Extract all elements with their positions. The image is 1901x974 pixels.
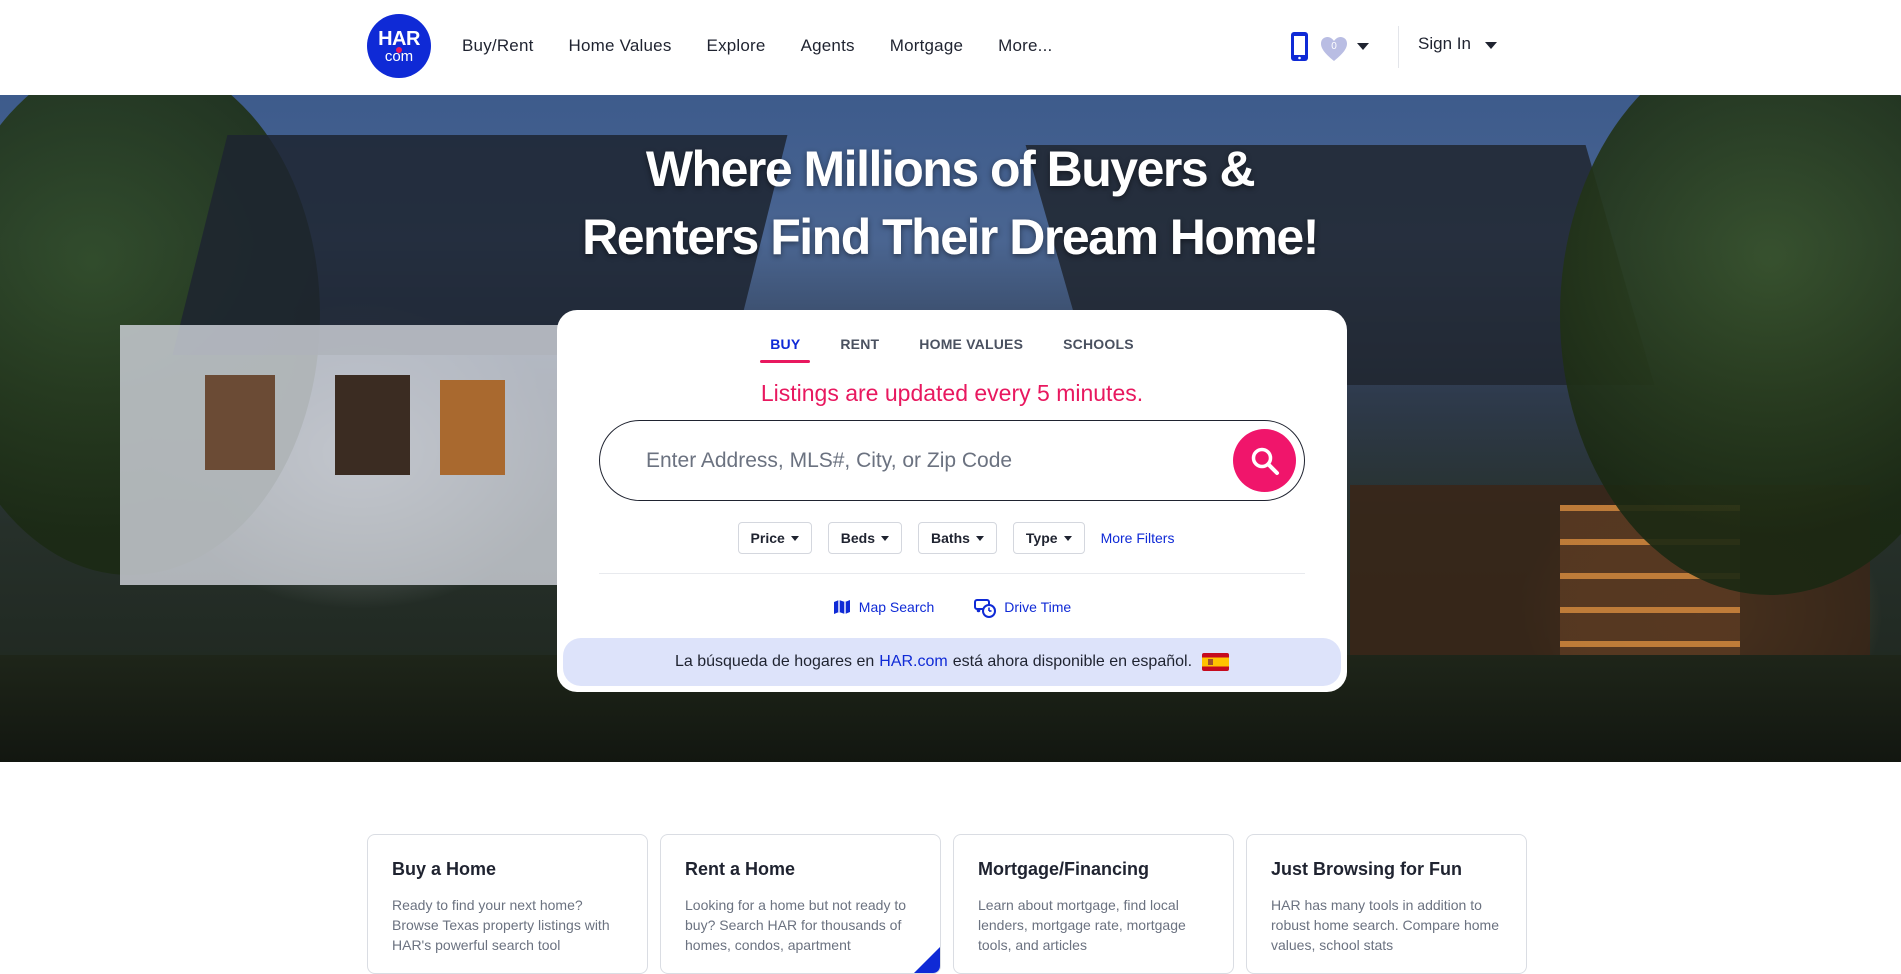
nav-mortgage[interactable]: Mortgage xyxy=(890,36,963,56)
har-com-link[interactable]: HAR.com xyxy=(879,653,947,671)
feature-card-mortgage[interactable]: Mortgage/Financing Learn about mortgage,… xyxy=(953,834,1234,974)
hero-photo-window xyxy=(335,375,410,475)
car-clock-icon xyxy=(974,599,997,618)
beds-filter-button[interactable]: Beds xyxy=(827,522,903,554)
nav-more[interactable]: More... xyxy=(998,36,1052,56)
spain-flag-icon[interactable] xyxy=(1202,653,1230,671)
feature-card-title: Mortgage/Financing xyxy=(978,859,1149,879)
listings-update-notice: Listings are updated every 5 minutes. xyxy=(760,380,1144,406)
map-search-link[interactable]: Map Search xyxy=(833,596,934,618)
nav-buy-rent[interactable]: Buy/Rent xyxy=(462,36,534,56)
hero-photo-window xyxy=(440,380,505,475)
type-filter-label: Type xyxy=(1025,530,1058,546)
chevron-down-icon xyxy=(881,535,890,541)
card-divider xyxy=(599,573,1305,574)
hero-title: Where Millions of Buyers & Renters Find … xyxy=(450,135,1450,271)
nav-home-values[interactable]: Home Values xyxy=(569,36,672,56)
header-divider xyxy=(1398,26,1399,68)
logo-dot xyxy=(396,47,402,53)
nav-agents[interactable]: Agents xyxy=(801,36,855,56)
feature-card-text: HAR has many tools in addition to robust… xyxy=(1271,897,1499,953)
hero-title-line1: Where Millions of Buyers & xyxy=(645,141,1256,197)
spanish-banner: La búsqueda de hogares en HAR.com está a… xyxy=(563,638,1341,686)
search-tabs: BUY RENT HOME VALUES SCHOOLS xyxy=(557,336,1347,364)
drive-time-label: Drive Time xyxy=(1004,599,1072,615)
tab-buy[interactable]: BUY xyxy=(750,336,820,364)
map-search-label: Map Search xyxy=(858,599,935,615)
nav-explore[interactable]: Explore xyxy=(707,36,766,56)
tab-rent[interactable]: RENT xyxy=(820,336,899,364)
spanish-banner-text-after: está ahora disponible en español. xyxy=(952,653,1193,670)
favorites-chevron-down-icon[interactable] xyxy=(1357,43,1369,50)
price-filter-label: Price xyxy=(750,530,785,546)
search-card: BUY RENT HOME VALUES SCHOOLS Listings ar… xyxy=(557,310,1347,692)
price-filter-button[interactable]: Price xyxy=(737,522,812,554)
tab-schools[interactable]: SCHOOLS xyxy=(1043,336,1154,364)
search-input[interactable] xyxy=(646,441,1206,481)
sign-in-button[interactable]: Sign In xyxy=(1418,34,1471,54)
corner-accent xyxy=(914,947,940,973)
type-filter-button[interactable]: Type xyxy=(1012,522,1085,554)
sign-in-chevron-down-icon[interactable] xyxy=(1485,42,1497,49)
chevron-down-icon xyxy=(975,535,984,541)
search-mode-links: Map Search Drive Time xyxy=(557,596,1347,618)
hero-photo-window xyxy=(205,375,275,470)
filter-bar: Price Beds Baths Type More Filters xyxy=(557,522,1347,554)
mobile-phone-icon[interactable] xyxy=(1290,31,1309,62)
feature-card-text: Learn about mortgage, find local lenders… xyxy=(978,897,1186,953)
feature-card-text: Looking for a home but not ready to buy?… xyxy=(685,897,907,953)
beds-filter-label: Beds xyxy=(840,530,876,546)
tab-home-values[interactable]: HOME VALUES xyxy=(899,336,1043,364)
spanish-banner-text-before: La búsqueda de hogares en xyxy=(674,653,875,670)
feature-card-text: Ready to find your next home? Browse Tex… xyxy=(392,897,610,953)
main-nav: Buy/Rent Home Values Explore Agents Mort… xyxy=(462,36,1087,56)
logo-text-har: HAR xyxy=(378,28,420,50)
har-logo[interactable]: HAR com xyxy=(367,14,431,78)
feature-card-title: Rent a Home xyxy=(685,859,796,879)
hero-title-line2: Renters Find Their Dream Home! xyxy=(582,209,1319,265)
feature-card-browsing[interactable]: Just Browsing for Fun HAR has many tools… xyxy=(1246,834,1527,974)
drive-time-link[interactable]: Drive Time xyxy=(974,596,1071,618)
feature-card-title: Buy a Home xyxy=(392,859,497,879)
chevron-down-icon xyxy=(1063,535,1072,541)
site-header: HAR com Buy/Rent Home Values Explore Age… xyxy=(0,0,1901,95)
chevron-down-icon xyxy=(790,535,799,541)
search-button[interactable] xyxy=(1233,429,1296,492)
favorites-count: 0 xyxy=(1331,41,1337,52)
more-filters-link[interactable]: More Filters xyxy=(1101,530,1175,546)
feature-card-buy[interactable]: Buy a Home Ready to find your next home?… xyxy=(367,834,648,974)
feature-card-title: Just Browsing for Fun xyxy=(1271,859,1462,879)
baths-filter-label: Baths xyxy=(931,530,970,546)
search-box xyxy=(599,420,1305,501)
baths-filter-button[interactable]: Baths xyxy=(918,522,997,554)
search-icon xyxy=(1251,447,1279,475)
feature-card-rent[interactable]: Rent a Home Looking for a home but not r… xyxy=(660,834,941,974)
map-icon xyxy=(833,600,850,614)
